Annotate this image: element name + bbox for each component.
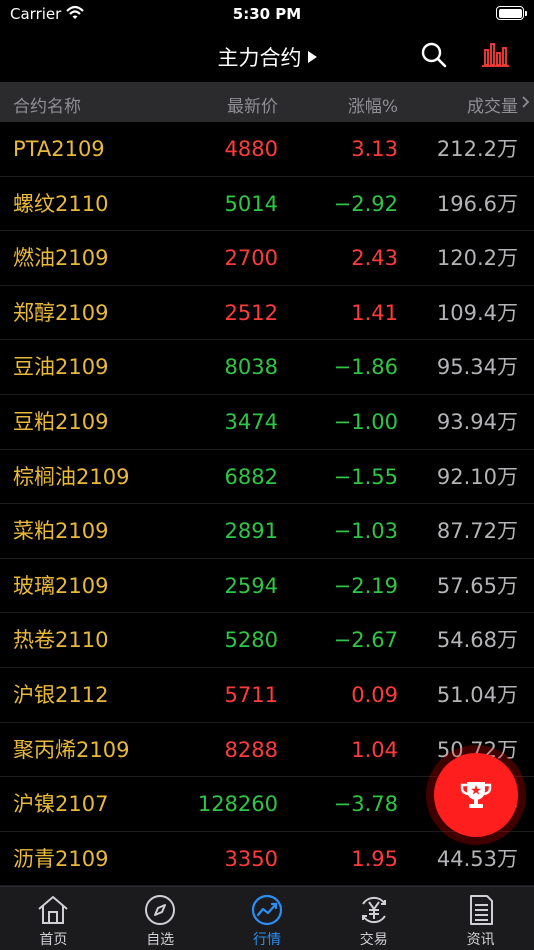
- volume: 120.2万: [436, 246, 518, 271]
- table-row[interactable]: 菜粕2109 2891 −1.03 87.72万: [0, 504, 534, 559]
- latest-price: 8288: [224, 737, 278, 762]
- volume: 87.72万: [436, 519, 518, 544]
- tab-market[interactable]: 行情: [214, 887, 321, 950]
- latest-price: 2512: [224, 300, 278, 325]
- change-percent: −3.78: [333, 792, 398, 817]
- table-row[interactable]: 豆粕2109 3474 −1.00 93.94万: [0, 395, 534, 450]
- tab-watchlist[interactable]: 自选: [107, 887, 214, 950]
- contract-name: 螺纹2110: [13, 191, 109, 216]
- bar-chart-icon[interactable]: [480, 40, 510, 70]
- contract-name: 菜粕2109: [13, 519, 109, 544]
- tab-label: 资讯: [466, 932, 495, 948]
- trophy-button-face: [434, 753, 518, 837]
- table-row[interactable]: 豆油2109 8038 −1.86 95.34万: [0, 340, 534, 395]
- volume: 54.68万: [436, 628, 518, 653]
- contract-name: 沥青2109: [13, 846, 109, 871]
- contract-name: 聚丙烯2109: [13, 737, 130, 762]
- contract-name: 豆油2109: [13, 355, 109, 380]
- trend-icon: [251, 894, 283, 926]
- change-percent: −1.55: [333, 464, 398, 489]
- column-header-volume[interactable]: 成交量: [467, 92, 518, 117]
- table-row[interactable]: 螺纹2110 5014 −2.92 196.6万: [0, 177, 534, 232]
- latest-price: 3350: [224, 846, 278, 871]
- volume: 212.2万: [436, 137, 518, 161]
- contract-name: 玻璃2109: [13, 573, 109, 598]
- caret-right-icon: [307, 51, 317, 63]
- latest-price: 5280: [224, 628, 278, 653]
- yen-exchange-icon: [361, 897, 386, 923]
- tab-trade[interactable]: 交易: [320, 887, 427, 950]
- chevron-right-icon[interactable]: [522, 96, 530, 108]
- contract-name: 豆粕2109: [13, 409, 109, 434]
- table-row[interactable]: 燃油2109 2700 2.43 120.2万: [0, 231, 534, 286]
- tab-home[interactable]: 首页: [0, 887, 107, 950]
- change-percent: 3.13: [351, 137, 398, 161]
- change-percent: 1.04: [351, 737, 398, 762]
- tab-news[interactable]: 资讯: [427, 887, 534, 950]
- volume: 51.04万: [436, 682, 518, 707]
- table-row[interactable]: 郑醇2109 2512 1.41 109.4万: [0, 286, 534, 341]
- latest-price: 6882: [224, 464, 278, 489]
- status-bar: Carrier 5:30 PM: [0, 0, 534, 30]
- change-percent: −1.00: [333, 409, 398, 434]
- latest-price: 2594: [224, 573, 278, 598]
- latest-price: 2700: [224, 246, 278, 271]
- contract-name: 沪银2112: [13, 682, 109, 707]
- tab-label: 自选: [146, 932, 175, 948]
- change-percent: 1.95: [351, 846, 398, 871]
- contract-name: 棕榈油2109: [13, 464, 130, 489]
- table-row[interactable]: 玻璃2109 2594 −2.19 57.65万: [0, 559, 534, 614]
- compass-icon: [145, 895, 176, 925]
- latest-price: 5711: [224, 682, 278, 707]
- battery-icon: [496, 6, 527, 20]
- latest-price: 8038: [224, 355, 278, 380]
- tab-label: 行情: [252, 932, 281, 948]
- change-percent: −2.67: [333, 628, 398, 653]
- change-percent: −2.92: [333, 191, 398, 216]
- latest-price: 2891: [224, 519, 278, 544]
- table-row[interactable]: 棕榈油2109 6882 −1.55 92.10万: [0, 450, 534, 505]
- change-percent: 1.41: [351, 300, 398, 325]
- volume: 196.6万: [436, 191, 518, 216]
- table-row[interactable]: PTA2109 4880 3.13 212.2万: [0, 122, 534, 177]
- change-percent: 2.43: [351, 246, 398, 271]
- document-icon: [469, 895, 493, 925]
- table-row[interactable]: 沪银2112 5711 0.09 51.04万: [0, 668, 534, 723]
- latest-price: 3474: [224, 409, 278, 434]
- volume: 57.65万: [436, 573, 518, 598]
- search-icon[interactable]: [419, 40, 449, 70]
- column-header-price[interactable]: 最新价: [227, 92, 278, 117]
- tab-label: 首页: [39, 932, 68, 948]
- change-percent: −1.86: [333, 355, 398, 380]
- latest-price: 4880: [224, 137, 278, 161]
- page-title: 主力合约: [217, 46, 302, 70]
- contract-name: 燃油2109: [13, 246, 109, 271]
- contract-name: 沪镍2107: [13, 792, 109, 817]
- contract-selector[interactable]: 主力合约: [0, 42, 534, 72]
- change-percent: 0.09: [351, 682, 398, 707]
- tab-bar: 首页 自选 行情 交易 资讯: [0, 886, 534, 950]
- table-row[interactable]: 热卷2110 5280 −2.67 54.68万: [0, 613, 534, 668]
- trophy-button[interactable]: [426, 745, 526, 845]
- volume: 95.34万: [436, 355, 518, 380]
- volume: 93.94万: [436, 409, 518, 434]
- change-percent: −1.03: [333, 519, 398, 544]
- contract-name: PTA2109: [13, 137, 105, 161]
- latest-price: 128260: [197, 792, 278, 817]
- home-icon: [38, 896, 69, 924]
- change-percent: −2.19: [333, 573, 398, 598]
- latest-price: 5014: [224, 191, 278, 216]
- volume: 109.4万: [436, 300, 518, 325]
- trophy-icon: [460, 782, 492, 808]
- volume: 92.10万: [436, 464, 518, 489]
- column-header-change[interactable]: 涨幅%: [348, 92, 398, 117]
- contract-name: 郑醇2109: [13, 300, 109, 325]
- contract-name: 热卷2110: [13, 628, 109, 653]
- tab-label: 交易: [359, 932, 388, 948]
- table-header: 合约名称 最新价 涨幅% 成交量: [0, 82, 534, 122]
- nav-bar: 主力合约: [0, 30, 534, 82]
- status-time: 5:30 PM: [232, 5, 302, 23]
- column-header-name[interactable]: 合约名称: [13, 92, 81, 117]
